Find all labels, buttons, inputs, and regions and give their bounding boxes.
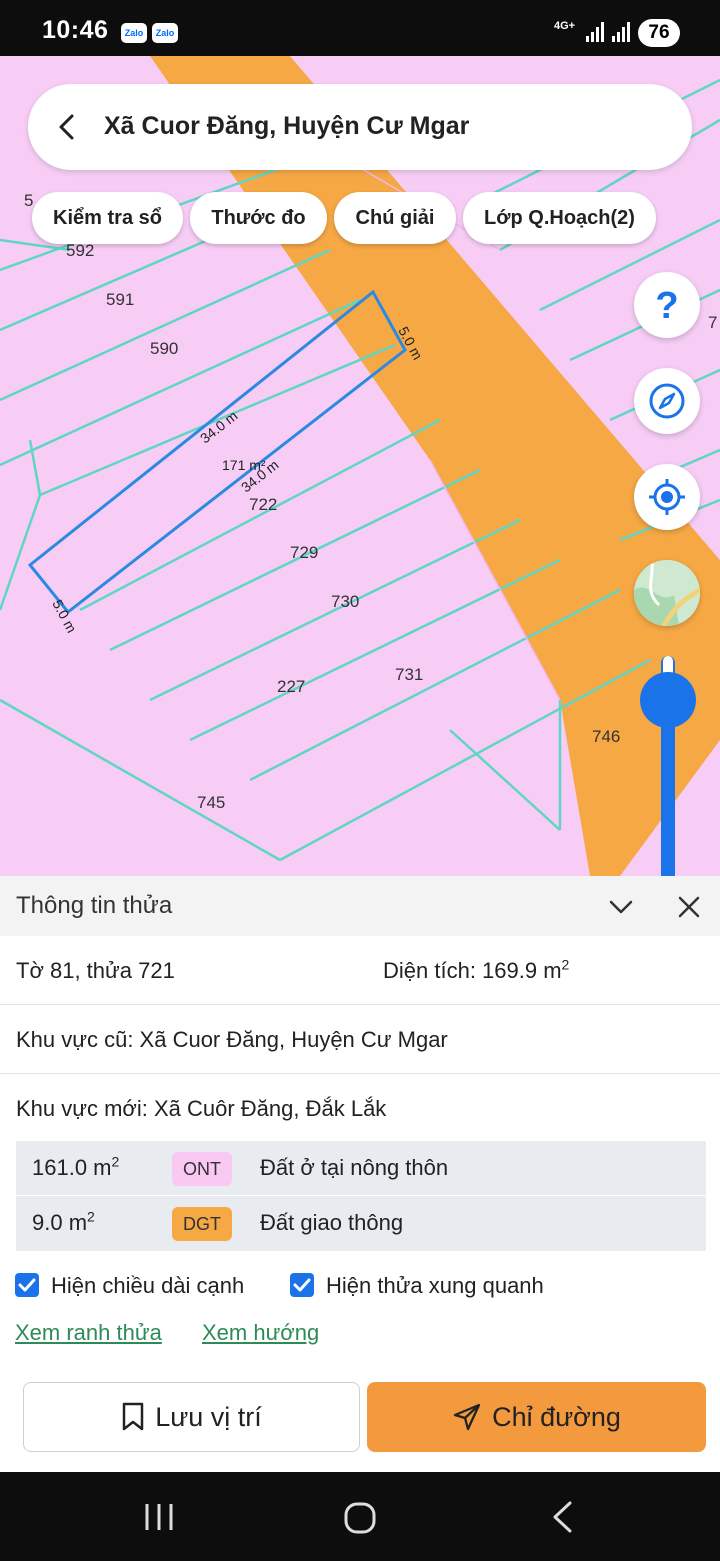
parcel-id: Tờ 81, thửa 721: [16, 958, 175, 983]
chip-check-certificate[interactable]: Kiểm tra sổ: [32, 192, 183, 244]
back-nav-icon[interactable]: [549, 1500, 575, 1534]
recent-apps-icon[interactable]: [143, 1502, 175, 1532]
compass-button[interactable]: [634, 368, 700, 434]
chevron-down-icon[interactable]: [606, 892, 636, 922]
land-use-area: 9.0 m2: [32, 1208, 95, 1235]
parcel-number: 590: [150, 339, 178, 358]
question-icon: ?: [655, 285, 678, 325]
directions-label: Chỉ đường: [492, 1401, 621, 1432]
signal-icon: [612, 22, 630, 42]
status-bar: 10:46 Zalo Zalo 4G+ 76: [0, 0, 720, 56]
land-use-name: Đất ở tại nông thôn: [260, 1155, 449, 1180]
checkbox-checked-icon[interactable]: [290, 1273, 314, 1297]
land-use-area: 161.0 m2: [32, 1153, 120, 1180]
parcel-number: 731: [395, 665, 423, 684]
land-use-row: 161.0 m2 ONT Đất ở tại nông thôn: [16, 1141, 706, 1196]
map-layer-thumbnail: [634, 560, 700, 626]
gps-target-icon: [649, 479, 685, 515]
save-location-button[interactable]: Lưu vị trí: [23, 1382, 360, 1452]
view-boundary-link[interactable]: Xem ranh thửa: [15, 1320, 162, 1346]
battery-indicator: 76: [638, 19, 680, 47]
save-location-label: Lưu vị trí: [155, 1401, 262, 1432]
chip-measure[interactable]: Thước đo: [190, 192, 327, 244]
back-arrow-icon[interactable]: [50, 109, 86, 145]
land-use-row: 9.0 m2 DGT Đất giao thông: [16, 1196, 706, 1251]
zalo-notification-icon: Zalo: [121, 23, 147, 43]
old-area: Khu vực cũ: Xã Cuor Đăng, Huyện Cư Mgar: [16, 1027, 448, 1052]
parcel-number-partial: 7: [708, 313, 717, 332]
show-neighbor-parcels-toggle[interactable]: Hiện thửa xung quanh: [290, 1271, 570, 1301]
parcel-info-panel: Thông tin thửa Tờ 81, thửa 721 Diện tích…: [0, 876, 720, 1472]
parcel-number-partial: 5: [24, 191, 33, 210]
bookmark-icon: [122, 1402, 144, 1431]
parcel-number: 722: [249, 495, 277, 514]
parcel-number: 745: [197, 793, 225, 812]
compass-icon: [649, 383, 685, 419]
location-title[interactable]: Xã Cuor Đăng, Huyện Cư Mgar: [104, 112, 469, 141]
land-use-code-badge: DGT: [172, 1207, 232, 1241]
zalo-notification-icon: Zalo: [152, 23, 178, 43]
view-direction-link[interactable]: Xem hướng: [202, 1320, 319, 1346]
panel-header: Thông tin thửa: [0, 876, 720, 936]
checkbox-checked-icon[interactable]: [15, 1273, 39, 1297]
chip-legend[interactable]: Chú giải: [334, 192, 456, 244]
send-arrow-icon: [453, 1403, 481, 1431]
network-type: 4G+: [554, 20, 576, 32]
home-icon[interactable]: [343, 1501, 377, 1535]
parcel-map[interactable]: 592 591 590 722 729 730 731 227 746 745 …: [0, 56, 720, 876]
directions-button[interactable]: Chỉ đường: [367, 1382, 706, 1452]
parcel-number: 730: [331, 592, 359, 611]
land-use-code-badge: ONT: [172, 1152, 232, 1186]
opacity-slider-thumb[interactable]: [640, 672, 696, 728]
checkbox-label: Hiện chiều dài cạnh: [51, 1273, 245, 1298]
show-edge-length-toggle[interactable]: Hiện chiều dài cạnh: [15, 1271, 275, 1301]
map-view[interactable]: 592 591 590 722 729 730 731 227 746 745 …: [0, 56, 720, 876]
svg-text:?: ?: [655, 285, 678, 325]
parcel-number: 591: [106, 290, 134, 309]
status-time: 10:46: [42, 16, 109, 44]
panel-title: Thông tin thửa: [16, 892, 173, 919]
help-button[interactable]: ?: [634, 272, 700, 338]
edge-length-label: 5.0 m: [49, 597, 80, 635]
close-icon[interactable]: [676, 894, 702, 920]
signal-icon: [586, 22, 604, 42]
parcel-number: 746: [592, 727, 620, 746]
parcel-number: 227: [277, 677, 305, 696]
parcel-area: Diện tích: 169.9 m2: [383, 956, 570, 983]
chip-planning-layer[interactable]: Lớp Q.Hoạch(2): [463, 192, 656, 244]
new-area: Khu vực mới: Xã Cuôr Đăng, Đắk Lắk: [16, 1096, 387, 1121]
land-use-table: 161.0 m2 ONT Đất ở tại nông thôn 9.0 m2 …: [16, 1141, 706, 1251]
land-use-name: Đất giao thông: [260, 1210, 404, 1235]
my-location-button[interactable]: [634, 464, 700, 530]
system-nav-bar: [0, 1472, 720, 1561]
search-bar[interactable]: Xã Cuor Đăng, Huyện Cư Mgar: [28, 84, 692, 170]
parcel-number: 729: [290, 543, 318, 562]
checkbox-label: Hiện thửa xung quanh: [326, 1273, 544, 1298]
map-layer-button[interactable]: [634, 560, 700, 626]
